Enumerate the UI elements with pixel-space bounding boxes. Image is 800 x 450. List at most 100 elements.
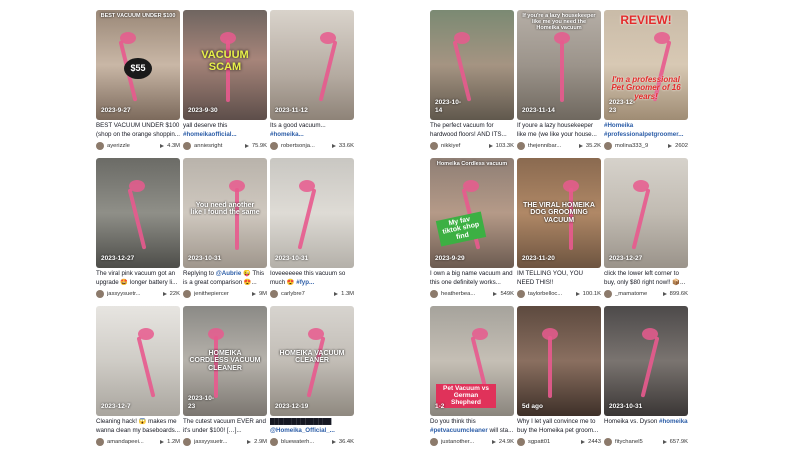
avatar[interactable] [517, 438, 525, 446]
avatar[interactable] [96, 438, 104, 446]
username-link[interactable]: jassyysuetr... [107, 291, 163, 297]
username-link[interactable]: fitychanel5 [615, 439, 663, 445]
hashtag-link[interactable]: @Homeika_Official_... [270, 427, 335, 434]
avatar[interactable] [517, 290, 525, 298]
hashtag-link[interactable]: #homeikaofficial... [183, 131, 237, 138]
video-card[interactable]: 2023-10- 14 The perfect vacuum for hardwo… [430, 10, 514, 158]
avatar[interactable] [430, 438, 438, 446]
video-caption[interactable]: Its a good vacuum... #homeika... [270, 122, 354, 139]
video-card[interactable]: 2023-11-12 Its a good vacuum... #homeika.… [270, 10, 354, 158]
hashtag-link[interactable]: #petvacuumcleaner [430, 427, 488, 434]
video-card[interactable]: 5d ago Why I let yall convince me to buy … [517, 306, 601, 450]
video-thumbnail[interactable]: If you're a lazy housekeeper like me you… [517, 10, 601, 120]
video-card[interactable]: 2023-12-7 Cleaning hack! 😱 makes me wanna… [96, 306, 180, 450]
video-card[interactable]: 2023-12-27 The viral pink vacuum got an u… [96, 158, 180, 306]
video-thumbnail[interactable]: 2023-10- 14 [430, 10, 514, 120]
username-link[interactable]: molina333_9 [615, 143, 668, 149]
video-card[interactable]: THE VIRAL HOMEIKA DOG GROOMING VACUUM 202… [517, 158, 601, 306]
avatar[interactable] [604, 290, 612, 298]
video-thumbnail[interactable]: HOMEIKA CORDLESS VACUUM CLEANER 2023-10- … [183, 306, 267, 416]
username-link[interactable]: thejennibar... [528, 143, 579, 149]
video-thumbnail[interactable]: 2023-11-12 [270, 10, 354, 120]
video-thumbnail[interactable]: THE VIRAL HOMEIKA DOG GROOMING VACUUM 202… [517, 158, 601, 268]
video-caption[interactable]: click the lower left corner to buy, only… [604, 270, 688, 287]
avatar[interactable] [604, 142, 612, 150]
username-link[interactable]: ayerizzle [107, 143, 160, 149]
video-thumbnail[interactable]: VACUUM SCAM 2023-9-30 [183, 10, 267, 120]
video-caption[interactable]: Homeika vs. Dyson #homeika [604, 418, 688, 435]
username-link[interactable]: carlybre7 [281, 291, 334, 297]
hashtag-link[interactable]: #fyp... [296, 279, 314, 286]
video-card[interactable]: 2023-10-31 Ioveeeeeee this vacuum so much… [270, 158, 354, 306]
video-caption[interactable]: I own a big name vacuum and this one def… [430, 270, 514, 287]
avatar[interactable] [270, 142, 278, 150]
video-caption[interactable]: yall deserve this #homeikaofficial... [183, 122, 267, 139]
video-caption[interactable]: Ioveeeeeee this vacuum so much 😍 #fyp... [270, 270, 354, 287]
username-link[interactable]: justanother... [441, 439, 492, 445]
video-caption[interactable]: BEST VACUUM UNDER $100 (shop on the oran… [96, 122, 180, 139]
video-thumbnail[interactable]: 2023-10-31 [270, 158, 354, 268]
username-link[interactable]: anniesright [194, 143, 245, 149]
username-link[interactable]: jenithepiercer [194, 291, 252, 297]
avatar[interactable] [430, 142, 438, 150]
video-caption[interactable]: IM TELLING YOU, YOU NEED THIS!! #homeika… [517, 270, 601, 287]
video-thumbnail[interactable]: You need another like I found the same 20… [183, 158, 267, 268]
video-caption[interactable]: The cutest vacuum EVER and it's under $1… [183, 418, 267, 435]
caption-text: Why I let yall convince me to buy the Ho… [517, 418, 599, 434]
video-card[interactable]: REVIEW! I'm a professional Pet Groomer of… [604, 10, 688, 158]
video-card[interactable]: HOMEIKA VACUUM CLEANER 2023-12-19 ████████… [270, 306, 354, 450]
video-thumbnail[interactable]: 2023-10-31 [604, 306, 688, 416]
username-link[interactable]: bluewaterh... [281, 439, 332, 445]
username-link[interactable]: heatherbea... [441, 291, 493, 297]
avatar[interactable] [96, 142, 104, 150]
video-thumbnail[interactable]: Pet Vacuum vs German Shepherd 1-2 [430, 306, 514, 416]
video-caption[interactable]: The perfect vacuum for hardwood floors! … [430, 122, 514, 139]
video-thumbnail[interactable]: 2023-12-27 [604, 158, 688, 268]
username-link[interactable]: amandapeei... [107, 439, 160, 445]
username-link[interactable]: nikkiyef [441, 143, 489, 149]
video-card[interactable]: If you're a lazy housekeeper like me you… [517, 10, 601, 158]
video-caption[interactable]: ██████████████ @Homeika_Official_... [270, 418, 354, 435]
video-thumbnail[interactable]: BEST VACUUM UNDER $100 $55 2023-9-27 [96, 10, 180, 120]
video-card[interactable]: Pet Vacuum vs German Shepherd 1-2 Do you t… [430, 306, 514, 450]
video-card[interactable]: 2023-12-27 click the lower left corner to… [604, 158, 688, 306]
video-thumbnail[interactable]: 2023-12-27 [96, 158, 180, 268]
video-caption[interactable]: Why I let yall convince me to buy the Ho… [517, 418, 601, 435]
avatar[interactable] [430, 290, 438, 298]
username-link[interactable]: robertsonja... [281, 143, 332, 149]
avatar[interactable] [96, 290, 104, 298]
vacuum-illustration [640, 336, 660, 398]
hashtag-link[interactable]: #homeika... [270, 131, 304, 138]
avatar[interactable] [183, 290, 191, 298]
video-thumbnail[interactable]: REVIEW! I'm a professional Pet Groomer of… [604, 10, 688, 120]
avatar[interactable] [183, 142, 191, 150]
video-caption[interactable]: Do you think this #petvacuumcleaner will… [430, 418, 514, 435]
video-card[interactable]: BEST VACUUM UNDER $100 $55 2023-9-27 BEST V… [96, 10, 180, 158]
video-thumbnail[interactable]: HOMEIKA VACUUM CLEANER 2023-12-19 [270, 306, 354, 416]
video-caption[interactable]: #Homeika #professionalpetgroomer... [604, 122, 688, 139]
avatar[interactable] [183, 438, 191, 446]
video-caption[interactable]: The viral pink vacuum got an upgrade 🤩 l… [96, 270, 180, 287]
video-card[interactable]: 2023-10-31 Homeika vs. Dyson #homeika fity… [604, 306, 688, 450]
hashtag-link[interactable]: @Aubrie 😜 [216, 270, 251, 277]
video-card[interactable]: Homeika Cordless vacuum My fav tiktok sho… [430, 158, 514, 306]
video-thumbnail[interactable]: Homeika Cordless vacuum My fav tiktok sho… [430, 158, 514, 268]
video-card[interactable]: You need another like I found the same 20… [183, 158, 267, 306]
username-link[interactable]: _mamatome [615, 291, 663, 297]
video-caption[interactable]: Cleaning hack! 😱 makes me wanna clean my… [96, 418, 180, 435]
username-link[interactable]: sgpatt01 [528, 439, 581, 445]
hashtag-link[interactable]: #homeika [659, 418, 688, 425]
video-thumbnail[interactable]: 2023-12-7 [96, 306, 180, 416]
video-card[interactable]: VACUUM SCAM 2023-9-30 yall deserve this #h… [183, 10, 267, 158]
username-link[interactable]: jassyysuetr... [194, 439, 247, 445]
video-thumbnail[interactable]: 5d ago [517, 306, 601, 416]
video-caption[interactable]: Replying to @Aubrie 😜 This is a great co… [183, 270, 267, 287]
avatar[interactable] [270, 290, 278, 298]
avatar[interactable] [517, 142, 525, 150]
video-card[interactable]: HOMEIKA CORDLESS VACUUM CLEANER 2023-10- … [183, 306, 267, 450]
username-link[interactable]: taylorbelloc... [528, 291, 576, 297]
avatar[interactable] [604, 438, 612, 446]
avatar[interactable] [270, 438, 278, 446]
hashtag-link[interactable]: #Homeika #professionalpetgroomer... [604, 122, 683, 138]
video-caption[interactable]: If youre a lazy housekeeper like me (we … [517, 122, 601, 139]
